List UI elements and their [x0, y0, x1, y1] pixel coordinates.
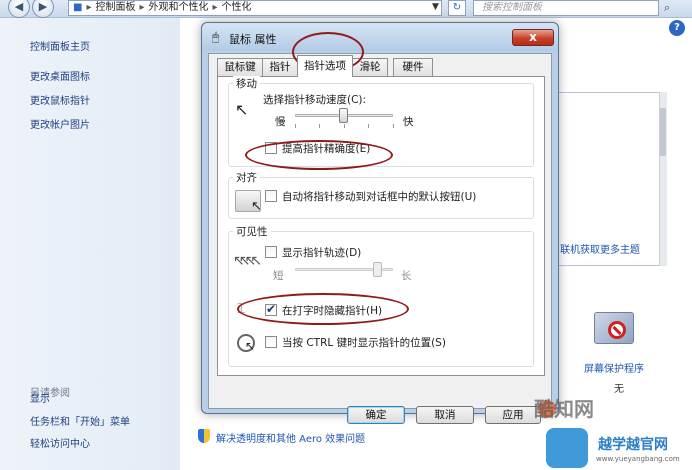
cursor-arrow-icon: ↖ [251, 199, 262, 214]
more-themes-link[interactable]: 联机获取更多主题 [560, 241, 640, 256]
left-link-home[interactable]: 控制面板主页 [30, 38, 90, 53]
slider-tick [368, 124, 369, 128]
arrow-left-icon: ◀ [14, 0, 24, 13]
left-pane: 控制面板主页 更改桌面图标 更改鼠标指针 更改帐户图片 另请参阅 显示 任务栏和… [0, 18, 180, 470]
trails-slider-thumb[interactable] [373, 262, 383, 277]
watermark-line3: www.yueyangbang.com [596, 455, 680, 463]
see-also-ease-of-access[interactable]: 轻松访问中心 [30, 435, 90, 450]
close-icon: x [529, 30, 537, 44]
watermark-badge-icon [546, 428, 588, 468]
left-link-desktop-icons[interactable]: 更改桌面图标 [30, 68, 90, 83]
chevron-right-icon: ▸ [212, 2, 218, 13]
search-input[interactable]: 搜索控制面板 [473, 0, 659, 16]
dialog-body: 鼠标键 指针 指针选项 滑轮 硬件 移动 ↖ 选择指针移动速度(C): 慢 快 … [208, 53, 552, 424]
tab-pointer-options[interactable]: 指针选项 [297, 55, 353, 77]
speed-label: 选择指针移动速度(C): [263, 94, 367, 106]
speed-slow-label: 慢 [275, 116, 286, 128]
chevron-down-icon[interactable]: ▼ [432, 2, 439, 12]
highlight-ring-precision [245, 140, 393, 170]
speed-slider-thumb[interactable] [339, 108, 348, 123]
mouse-icon: 🖱 [212, 30, 220, 44]
ok-button[interactable]: 确定 [347, 406, 405, 424]
visibility-group-title: 可见性 [233, 224, 271, 239]
slider-tick [295, 124, 296, 128]
breadcrumb-item[interactable]: 外观和个性化 [149, 2, 209, 13]
refresh-icon: ↻ [452, 2, 462, 13]
slider-tick [393, 124, 394, 128]
refresh-button[interactable]: ↻ [448, 0, 466, 16]
screensaver-link[interactable]: 屏幕保护程序 [584, 360, 644, 375]
see-also-display[interactable]: 显示 [30, 390, 50, 405]
dialog-title: 鼠标 属性 [229, 33, 277, 46]
address-bar: ◀ ▶ ■ ▸ 控制面板 ▸ 外观和个性化 ▸ 个性化 ▼ ↻ 搜索控制面板 ⌕ [0, 0, 692, 18]
watermark-line2: 越学越官网 [598, 437, 668, 453]
pointer-trails-icon: ↖↖↖↖ [233, 253, 262, 269]
trails-label[interactable]: 显示指针轨迹(D) [282, 245, 361, 260]
pointer-speed-icon: ↖ [235, 100, 249, 119]
breadcrumb-item[interactable]: 个性化 [222, 2, 252, 13]
snap-group: 对齐 ↖ 自动将指针移动到对话框中的默认按钮(U) [228, 170, 534, 219]
left-link-mouse-pointers[interactable]: 更改鼠标指针 [30, 92, 90, 107]
ctrl-locate-label[interactable]: 当按 CTRL 键时显示指针的位置(S) [282, 335, 446, 350]
theme-list [556, 92, 666, 266]
highlight-ring-hide-typing [237, 293, 409, 325]
shield-icon [198, 429, 210, 443]
control-panel-icon: ■ [73, 2, 83, 13]
screensaver-value: 无 [614, 384, 624, 395]
watermark-line1: 酷知网 [534, 397, 594, 421]
trails-short-label: 短 [273, 270, 284, 282]
see-also-taskbar[interactable]: 任务栏和「开始」菜单 [30, 413, 130, 428]
apply-button[interactable]: 应用 [485, 406, 541, 424]
no-entry-icon [608, 321, 626, 339]
chevron-right-icon: ▸ [139, 2, 145, 13]
scrollbar-thumb[interactable] [660, 108, 666, 156]
forward-button[interactable]: ▶ [32, 0, 54, 18]
tab-hardware[interactable]: 硬件 [393, 58, 433, 76]
aero-troubleshoot-link[interactable]: 解决透明度和其他 Aero 效果问题 [216, 430, 365, 445]
slider-tick [319, 124, 320, 128]
close-button[interactable]: x [512, 29, 554, 46]
cancel-button[interactable]: 取消 [416, 406, 474, 424]
chevron-right-icon: ▸ [86, 2, 92, 13]
left-link-account-picture[interactable]: 更改帐户图片 [30, 116, 90, 131]
pointer-options-panel: 移动 ↖ 选择指针移动速度(C): 慢 快 提高指针精确度(E) 对齐 ↖ 自动… [217, 76, 545, 376]
snap-checkbox[interactable] [265, 190, 277, 202]
trails-checkbox[interactable] [265, 246, 277, 258]
motion-group-title: 移动 [233, 76, 260, 91]
trails-long-label: 长 [401, 270, 412, 282]
arrow-right-icon: ▶ [38, 0, 48, 13]
cursor-arrow-icon: ↖ [245, 339, 256, 353]
ctrl-locate-checkbox[interactable] [265, 336, 277, 348]
mouse-properties-dialog: 🖱 鼠标 属性 x 鼠标键 指针 指针选项 滑轮 硬件 移动 ↖ 选择指针移动速… [201, 22, 559, 424]
help-icon[interactable]: ? [669, 20, 685, 36]
search-icon[interactable]: ⌕ [664, 1, 670, 15]
dialog-titlebar[interactable]: 🖱 鼠标 属性 x [202, 23, 558, 51]
back-button[interactable]: ◀ [8, 0, 30, 18]
speed-fast-label: 快 [403, 116, 414, 128]
tab-pointers[interactable]: 指针 [262, 58, 298, 76]
breadcrumb-item[interactable]: 控制面板 [95, 2, 135, 13]
snap-group-title: 对齐 [233, 170, 260, 185]
snap-label[interactable]: 自动将指针移动到对话框中的默认按钮(U) [282, 189, 476, 204]
slider-tick [344, 124, 345, 128]
tab-buttons[interactable]: 鼠标键 [217, 58, 263, 76]
breadcrumb[interactable]: ■ ▸ 控制面板 ▸ 外观和个性化 ▸ 个性化 [68, 0, 442, 16]
